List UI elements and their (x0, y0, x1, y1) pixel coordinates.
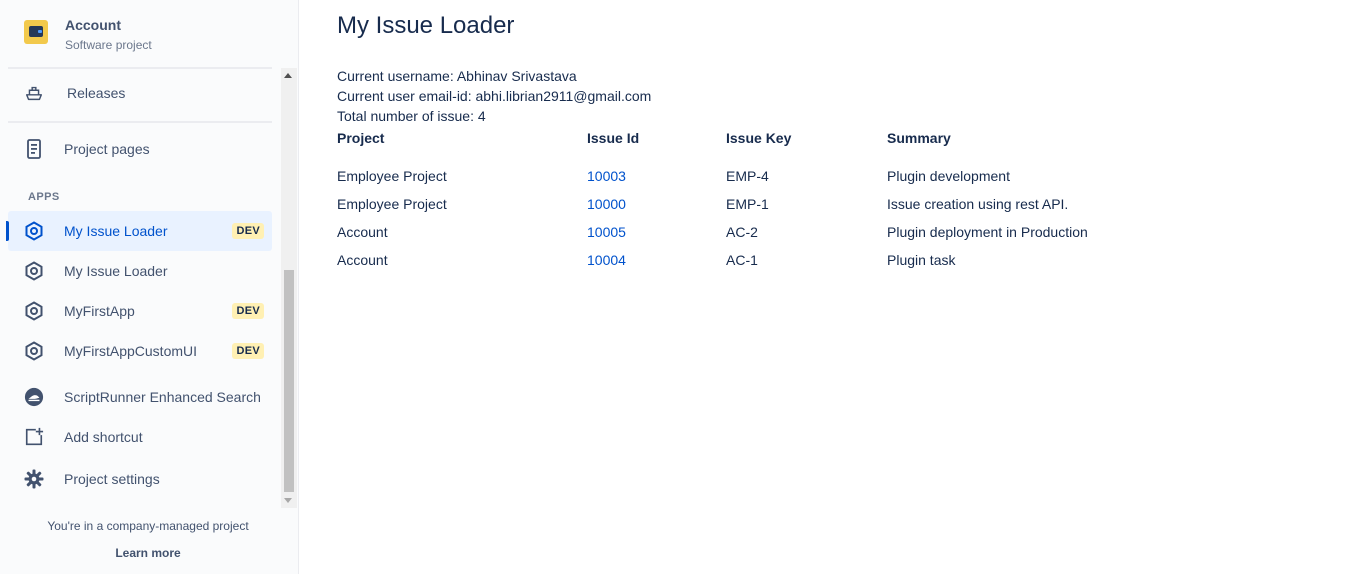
forge-app-icon (24, 301, 44, 321)
cell-summary: Issue creation using rest API. (887, 196, 1069, 212)
table-row: Account 10005 AC-2 Plugin deployment in … (337, 218, 1187, 246)
sidebar-item-label: My Issue Loader (64, 223, 168, 239)
column-header-project: Project (337, 130, 385, 146)
sidebar-scrollbar[interactable] (281, 68, 297, 508)
cell-summary: Plugin deployment in Production (887, 224, 1088, 240)
table-row: Employee Project 10000 EMP-1 Issue creat… (337, 190, 1187, 218)
add-shortcut-button[interactable]: Add shortcut (8, 417, 272, 457)
dev-badge: DEV (232, 343, 264, 359)
current-username: Current username: Abhinav Srivastava (337, 68, 577, 84)
sidebar-item-my-issue-loader-dev[interactable]: My Issue Loader DEV (6, 211, 272, 251)
cell-project: Employee Project (337, 168, 447, 184)
cell-summary: Plugin development (887, 168, 1010, 184)
column-header-summary: Summary (887, 130, 951, 146)
sidebar-item-scriptrunner-enhanced-search[interactable]: ScriptRunner Enhanced Search (8, 377, 272, 417)
cell-project: Account (337, 252, 388, 268)
sidebar-item-label: Releases (67, 85, 126, 101)
table-row: Employee Project 10003 EMP-4 Plugin deve… (337, 162, 1187, 190)
sidebar-item-label: MyFirstAppCustomUI (64, 343, 198, 359)
company-managed-notice: You're in a company-managed project (47, 519, 249, 533)
cell-summary: Plugin task (887, 252, 956, 268)
issue-id-link[interactable]: 10005 (587, 224, 626, 240)
issue-id-link[interactable]: 10000 (587, 196, 626, 212)
main-content: My Issue Loader Current username: Abhina… (299, 0, 1365, 574)
ship-icon (24, 83, 44, 103)
page-title: My Issue Loader (337, 12, 515, 39)
cell-issue-key: AC-1 (726, 252, 758, 268)
sidebar-item-releases[interactable]: Releases (8, 73, 272, 113)
project-header[interactable]: Account Software project (0, 0, 280, 68)
project-name: Account (65, 17, 121, 33)
add-shortcut-label: Add shortcut (64, 429, 143, 445)
total-issues: Total number of issue: 4 (337, 108, 486, 124)
sidebar-divider (8, 67, 272, 69)
sidebar-item-project-settings[interactable]: Project settings (8, 459, 272, 499)
document-icon (24, 139, 44, 159)
apps-section-heading: APPS (28, 191, 60, 203)
column-header-issue-key: Issue Key (726, 130, 792, 146)
cell-project: Employee Project (337, 196, 447, 212)
forge-app-icon (24, 341, 44, 361)
wallet-icon (24, 20, 48, 44)
issue-id-link[interactable]: 10003 (587, 168, 626, 184)
learn-more-link[interactable]: Learn more (0, 546, 296, 560)
cell-issue-key: EMP-4 (726, 168, 769, 184)
sidebar-item-myfirstappcustomui[interactable]: MyFirstAppCustomUI DEV (8, 331, 272, 371)
sidebar-item-my-issue-loader[interactable]: My Issue Loader (8, 251, 272, 291)
sidebar-item-label: ScriptRunner Enhanced Search (64, 389, 261, 405)
sidebar-item-myfirstapp[interactable]: MyFirstApp DEV (8, 291, 272, 331)
sidebar-item-label: Project settings (64, 471, 160, 487)
scriptrunner-icon (24, 387, 44, 407)
cell-issue-key: EMP-1 (726, 196, 769, 212)
cell-issue-key: AC-2 (726, 224, 758, 240)
dev-badge: DEV (232, 223, 264, 239)
column-header-issue-id: Issue Id (587, 130, 640, 146)
table-header-row: Project Issue Id Issue Key Summary (337, 126, 1187, 154)
sidebar-divider (8, 121, 272, 123)
scroll-up-icon[interactable] (284, 73, 292, 78)
project-type: Software project (65, 38, 152, 52)
gear-icon (24, 469, 44, 489)
cell-project: Account (337, 224, 388, 240)
add-shortcut-icon (24, 427, 44, 447)
forge-app-icon (24, 261, 44, 281)
sidebar-item-project-pages[interactable]: Project pages (8, 129, 272, 169)
scrollbar-thumb[interactable] (284, 270, 294, 492)
scroll-down-icon[interactable] (284, 498, 292, 503)
app-window: Account Software project Releases Projec… (0, 0, 1365, 574)
project-sidebar: Account Software project Releases Projec… (0, 0, 299, 574)
issues-table: Project Issue Id Issue Key Summary Emplo… (337, 126, 1187, 274)
forge-app-icon (24, 221, 44, 241)
dev-badge: DEV (232, 303, 264, 319)
table-row: Account 10004 AC-1 Plugin task (337, 246, 1187, 274)
sidebar-item-label: MyFirstApp (64, 303, 135, 319)
issue-id-link[interactable]: 10004 (587, 252, 626, 268)
current-user-email: Current user email-id: abhi.librian2911@… (337, 88, 652, 104)
sidebar-item-label: My Issue Loader (64, 263, 168, 279)
sidebar-item-label: Project pages (64, 141, 150, 157)
